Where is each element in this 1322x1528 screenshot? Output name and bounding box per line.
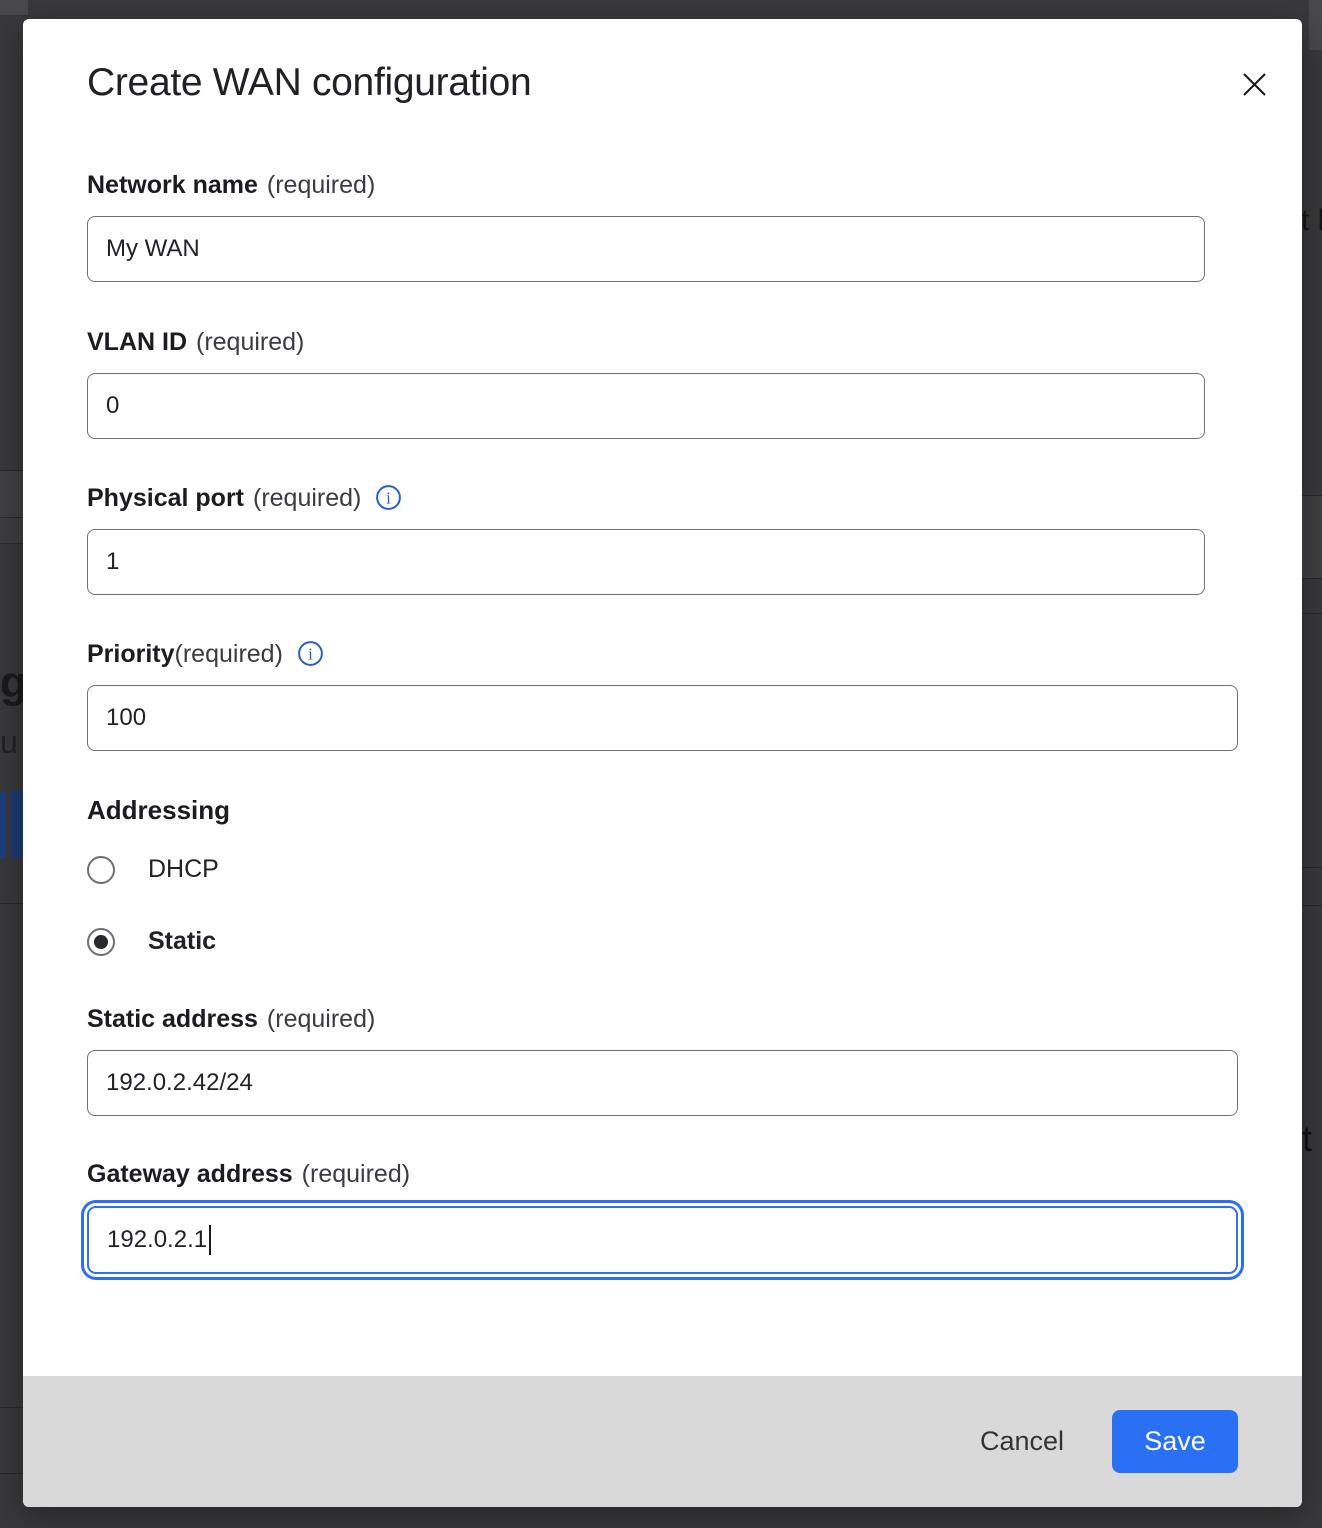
background-divider: [0, 470, 23, 471]
vlan-id-input[interactable]: [87, 373, 1205, 439]
physical-port-label: Physical port(required) i: [87, 483, 1238, 513]
background-divider: [1302, 905, 1322, 906]
required-hint: (required): [175, 640, 283, 668]
required-hint: (required): [196, 328, 304, 356]
dialog-footer: Cancel Save: [23, 1376, 1302, 1507]
required-hint: (required): [253, 484, 361, 512]
background-divider: [0, 1407, 23, 1408]
addressing-heading: Addressing: [87, 795, 1238, 826]
background-button-fragment: [0, 792, 6, 858]
vlan-id-label: VLAN ID(required): [87, 327, 1238, 357]
priority-input[interactable]: [87, 685, 1238, 751]
gateway-address-label: Gateway address(required): [87, 1159, 1238, 1189]
background-button-fragment: [11, 790, 23, 858]
close-button[interactable]: [1238, 68, 1270, 100]
radio-dot: [94, 935, 108, 949]
background-table-row: [1302, 495, 1322, 578]
create-wan-dialog: Create WAN configuration Network name(re…: [23, 19, 1302, 1507]
radio-static[interactable]: Static: [87, 927, 1238, 956]
background-divider: [0, 543, 23, 544]
background-table-row: [0, 470, 23, 517]
svg-text:i: i: [308, 645, 313, 664]
static-address-label: Static address(required): [87, 1004, 1238, 1034]
background-divider: [1302, 867, 1322, 868]
radio-button-selected-icon[interactable]: [87, 928, 115, 956]
gateway-address-input[interactable]: 192.0.2.1: [87, 1206, 1238, 1274]
radio-static-label: Static: [148, 927, 216, 956]
background-divider: [0, 903, 23, 904]
background-text-fragment: g: [0, 658, 25, 708]
save-button[interactable]: Save: [1112, 1410, 1238, 1473]
required-hint: (required): [302, 1160, 410, 1188]
info-icon[interactable]: i: [297, 640, 324, 667]
background-divider: [1302, 578, 1322, 579]
background-divider: [0, 1473, 23, 1474]
radio-button-icon[interactable]: [87, 856, 115, 884]
required-hint: (required): [267, 171, 375, 199]
text-cursor: [209, 1225, 211, 1255]
background-text-fragment: t: [1302, 1118, 1322, 1160]
physical-port-input[interactable]: [87, 529, 1205, 595]
background-app-corner-right: [1309, 0, 1322, 50]
required-hint: (required): [267, 1005, 375, 1033]
dialog-title: Create WAN configuration: [87, 19, 1238, 106]
radio-dhcp[interactable]: DHCP: [87, 855, 1238, 884]
network-name-label: Network name(required): [87, 170, 1238, 200]
background-divider: [1302, 495, 1322, 496]
cancel-button[interactable]: Cancel: [980, 1426, 1064, 1457]
background-text-fragment: u: [0, 724, 21, 761]
background-app-corner: [0, 0, 28, 15]
static-address-input[interactable]: [87, 1050, 1238, 1116]
background-table-row: [0, 517, 23, 543]
priority-label: Priority(required) i: [87, 639, 1238, 669]
gateway-address-value: 192.0.2.1: [107, 1226, 207, 1254]
close-icon: [1240, 70, 1269, 99]
svg-text:i: i: [387, 489, 392, 508]
network-name-input[interactable]: [87, 216, 1205, 282]
background-text-fragment: t l: [1301, 204, 1322, 238]
background-divider: [0, 517, 23, 518]
radio-dhcp-label: DHCP: [148, 855, 219, 884]
info-icon[interactable]: i: [375, 484, 402, 511]
background-divider: [1302, 613, 1322, 614]
